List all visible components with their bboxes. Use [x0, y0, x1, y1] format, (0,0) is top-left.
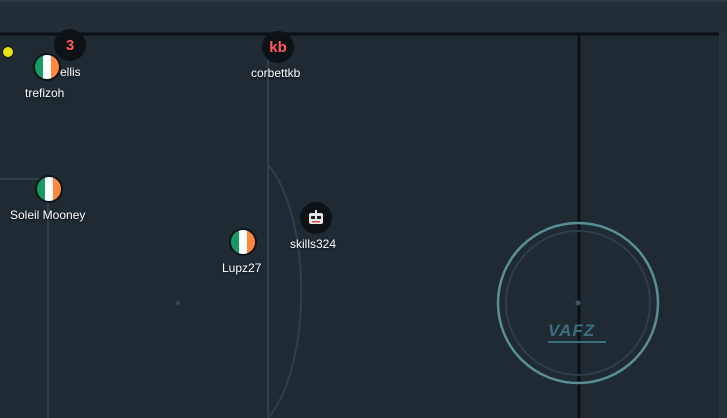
player-soleil-mooney[interactable]: 2 Soleil Mooney — [10, 174, 90, 224]
opponent-badge: kb — [262, 31, 294, 63]
player-name: corbettkb — [251, 66, 301, 80]
player-lupz27[interactable]: 3 Lupz27 — [221, 227, 301, 277]
player-trefizoh[interactable]: 1 trefizoh — [24, 52, 104, 102]
player-name: skills324 — [290, 237, 337, 251]
penalty-spot — [175, 300, 181, 306]
opponent-badge — [300, 202, 332, 234]
jersey-number: 3 — [239, 234, 247, 250]
ireland-jersey-icon: 1 — [33, 53, 61, 81]
badge-text: kb — [269, 38, 287, 56]
player-name: trefizoh — [25, 86, 65, 100]
game-canvas[interactable]: 3 ellis 1 trefizoh kb corbettkb 2 Soleil… — [0, 0, 727, 418]
jersey-number: 1 — [43, 59, 51, 75]
right-edge-strip — [719, 32, 727, 418]
jersey-number: 2 — [45, 181, 53, 197]
vafz-logo: VAFZ — [548, 321, 596, 340]
logo-underline — [548, 341, 606, 343]
top-bar-highlight — [0, 0, 727, 2]
ball[interactable] — [2, 46, 14, 58]
ireland-jersey-icon: 2 — [35, 175, 63, 203]
player-name: Lupz27 — [222, 261, 262, 275]
robot-face-icon — [309, 210, 323, 224]
circle-center-dot — [575, 300, 581, 306]
opponent-corbettkb[interactable]: kb corbettkb — [250, 30, 330, 80]
badge-text: 3 — [65, 36, 75, 54]
opponent-skills324[interactable]: skills324 — [290, 202, 370, 252]
player-name: Soleil Mooney — [10, 208, 86, 222]
ireland-jersey-icon: 3 — [229, 228, 257, 256]
top-bar — [0, 0, 727, 32]
